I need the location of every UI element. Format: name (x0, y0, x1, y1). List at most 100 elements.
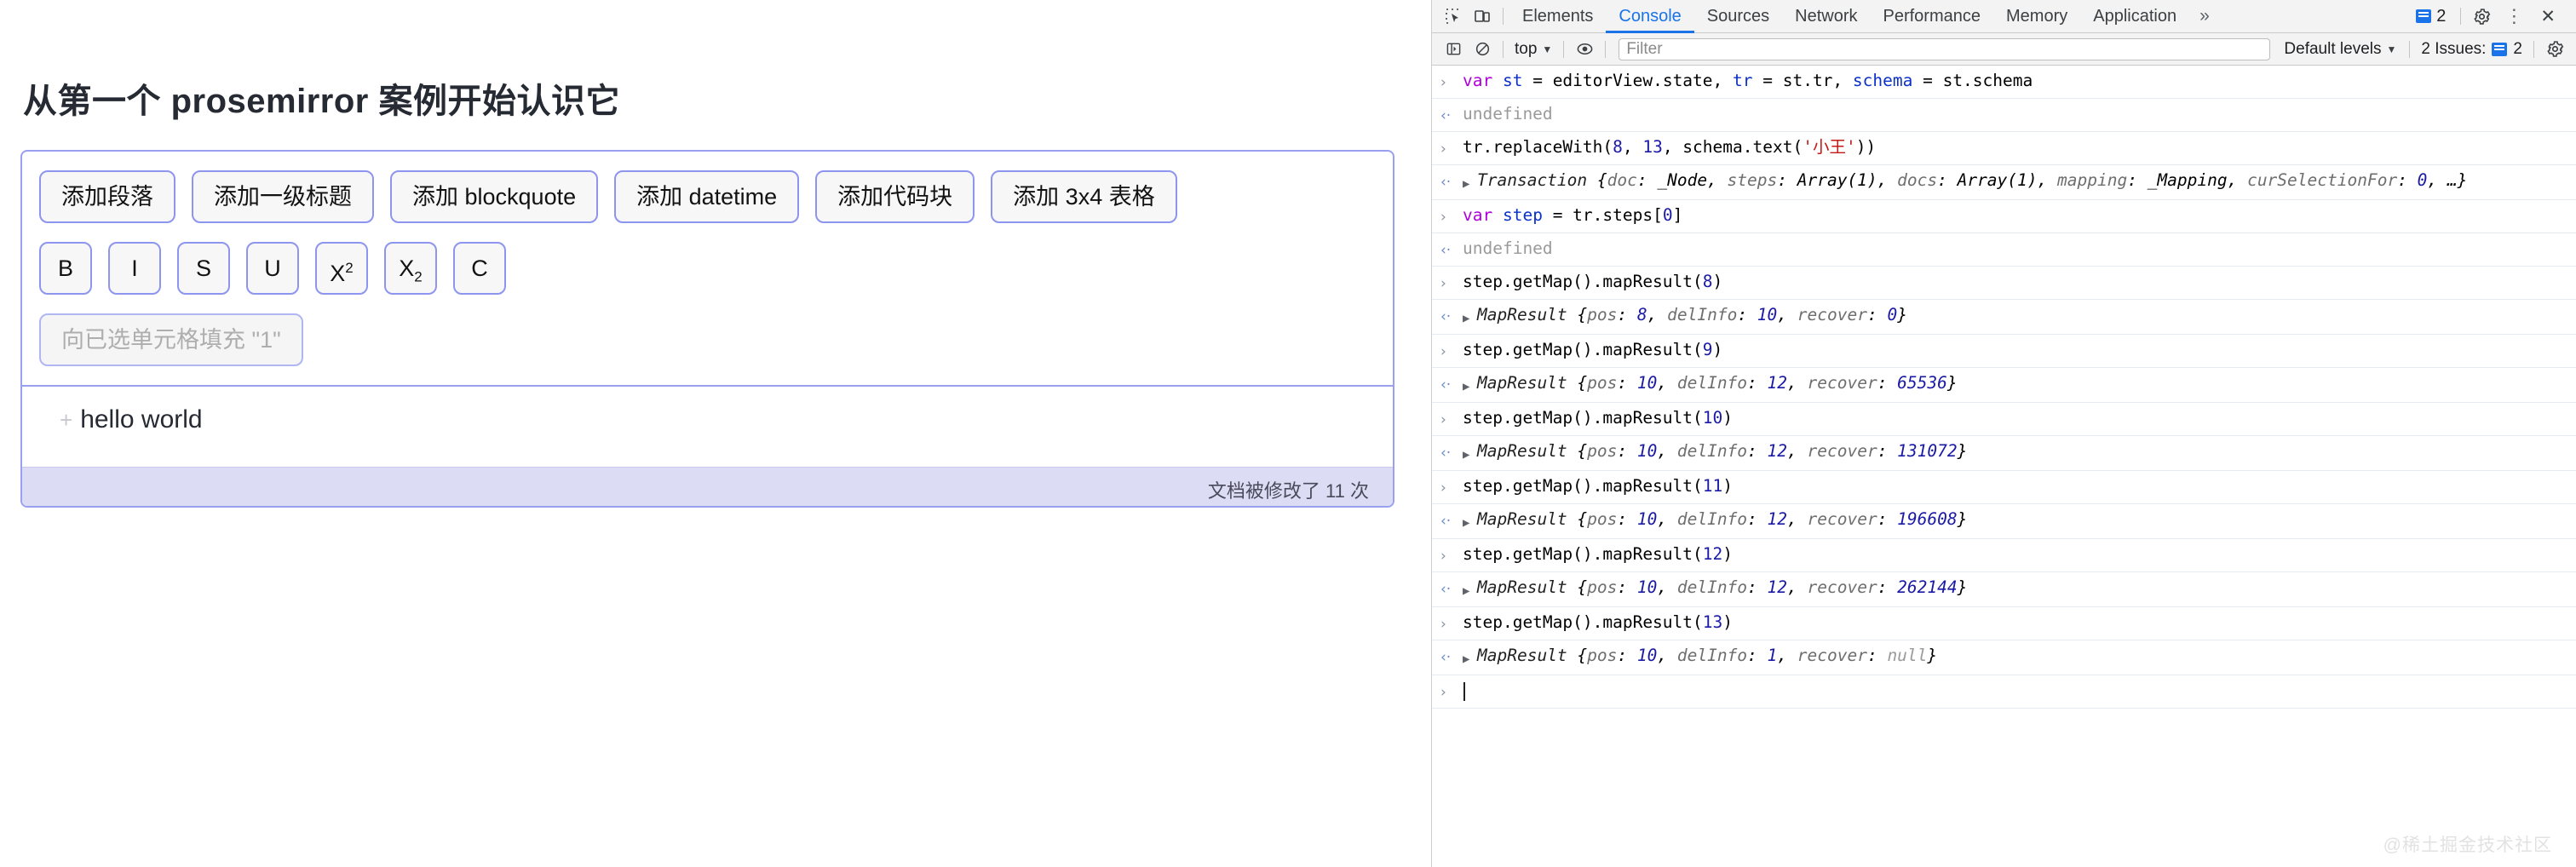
console-filter-input[interactable] (1619, 37, 2271, 60)
device-toolbar-icon[interactable] (1468, 3, 1497, 29)
expand-triangle-icon[interactable]: ▶ (1463, 372, 1477, 398)
console-settings-gear-icon[interactable] (2540, 37, 2569, 62)
document-change-count: 文档被修改了 11 次 (1207, 480, 1369, 502)
output-arrow-icon: ‹· (1440, 308, 1452, 325)
add-block-handle-icon[interactable]: + (60, 407, 72, 434)
bold-button[interactable]: B (39, 242, 92, 295)
expand-triangle-icon[interactable]: ▶ (1463, 169, 1477, 195)
page-title: 从第一个 prosemirror 案例开始认识它 (23, 83, 620, 120)
tab-elements[interactable]: Elements (1509, 0, 1606, 33)
message-icon (2416, 9, 2432, 23)
console-line-text: step.getMap().mapResult(8) (1463, 272, 1723, 291)
add-paragraph-button[interactable]: 添加段落 (39, 170, 175, 223)
tab-console[interactable]: Console (1606, 0, 1693, 33)
chevron-down-icon: ▼ (1542, 43, 1553, 55)
editor-status-bar: 文档被修改了 11 次 (22, 467, 1393, 506)
console-sidebar-icon[interactable] (1439, 37, 1468, 62)
console-input-line: › step.getMap().mapResult(11) (1432, 471, 2576, 504)
expand-triangle-icon[interactable]: ▶ (1463, 304, 1477, 330)
execution-context-selector[interactable]: top ▼ (1509, 40, 1557, 59)
toolbar-divider-2 (2460, 8, 2462, 25)
output-arrow-icon: ‹· (1440, 513, 1452, 530)
kebab-menu-icon[interactable]: ⋮ (2496, 7, 2532, 26)
log-levels-selector[interactable]: Default levels ▼ (2277, 40, 2403, 59)
tab-network[interactable]: Network (1782, 0, 1870, 33)
underline-button[interactable]: U (246, 242, 299, 295)
input-arrow-icon: › (1440, 343, 1446, 360)
toolbar-divider-6 (2409, 40, 2411, 58)
document-paragraph[interactable]: + hello world (60, 405, 1355, 434)
execution-context-value: top (1515, 39, 1538, 58)
console-output-line: ‹· ▶ MapResult {pos: 10, delInfo: 12, reco… (1432, 504, 2576, 539)
console-input-line: › step.getMap().mapResult(13) (1432, 607, 2576, 640)
console-line-text (1463, 680, 1465, 702)
input-arrow-icon: › (1440, 548, 1446, 565)
console-output-line: ‹· undefined (1432, 233, 2576, 267)
input-arrow-icon: › (1440, 411, 1446, 428)
console-input-line: › var step = tr.steps[0] (1432, 200, 2576, 233)
tab-application[interactable]: Application (2080, 0, 2189, 33)
clear-console-icon[interactable] (1468, 37, 1497, 62)
expand-triangle-icon[interactable]: ▶ (1463, 508, 1477, 534)
tab-sources[interactable]: Sources (1694, 0, 1782, 33)
editor-toolbar: 添加段落 添加一级标题 添加 blockquote 添加 datetime 添加代码块添… (22, 152, 1393, 385)
watermark: @稀土掘金技术社区 (2383, 835, 2552, 855)
console-output-line: ‹· ▶ MapResult {pos: 10, delInfo: 12, reco… (1432, 572, 2576, 607)
output-arrow-icon: ‹· (1440, 376, 1452, 393)
mark-label: X (399, 256, 415, 281)
console-line-text: MapResult {pos: 10, delInfo: 1, recover:… (1477, 646, 1938, 665)
subscript-button[interactable]: X2 (384, 242, 437, 295)
add-datetime-button[interactable]: 添加 datetime (614, 170, 800, 223)
issues-indicator[interactable]: 2 Issues: 2 (2416, 40, 2527, 59)
add-blockquote-button[interactable]: 添加 blockquote (390, 170, 599, 223)
console-line-text: var step = tr.steps[0] (1463, 205, 1683, 225)
input-arrow-icon: › (1440, 684, 1446, 701)
console-output[interactable]: › var st = editorView.state, tr = st.tr, … (1432, 66, 2576, 867)
console-line-text: tr.replaceWith(8, 13, schema.text('小王')) (1463, 137, 1877, 157)
fill-button-row: 向已选单元格填充 "1" (39, 313, 1376, 366)
console-line-text: var st = editorView.state, tr = st.tr, s… (1463, 71, 2033, 90)
input-arrow-icon: › (1440, 141, 1446, 158)
console-output-line: ‹· ▶ MapResult {pos: 10, delInfo: 12, reco… (1432, 436, 2576, 471)
input-arrow-icon: › (1440, 209, 1446, 226)
italic-button[interactable]: I (108, 242, 161, 295)
console-line-text: step.getMap().mapResult(10) (1463, 408, 1733, 428)
console-toolbar: top ▼ Default levels ▼ 2 Issues: 2 (1432, 33, 2576, 66)
tab-memory[interactable]: Memory (1993, 0, 2080, 33)
console-line-text: step.getMap().mapResult(11) (1463, 476, 1733, 496)
superscript-button[interactable]: X2 (315, 242, 368, 295)
console-prompt-line[interactable]: › (1432, 675, 2576, 709)
console-line-text: MapResult {pos: 8, delInfo: 10, recover:… (1477, 305, 1907, 324)
close-icon[interactable]: ✕ (2532, 6, 2564, 27)
devtools-panel: Elements Console Sources Network Performance… (1431, 0, 2576, 867)
issues-message-icon (2492, 42, 2508, 56)
expand-triangle-icon[interactable]: ▶ (1463, 577, 1477, 602)
console-line-text: undefined (1463, 238, 1553, 258)
toolbar-divider-5 (1605, 40, 1607, 58)
code-button[interactable]: C (453, 242, 506, 295)
console-input-line: › step.getMap().mapResult(8) (1432, 267, 2576, 300)
add-heading1-button[interactable]: 添加一级标题 (192, 170, 374, 223)
more-tabs-icon[interactable]: » (2189, 6, 2220, 26)
output-arrow-icon: ‹· (1440, 649, 1452, 666)
live-expression-icon[interactable] (1570, 37, 1599, 62)
toolbar-divider-4 (1563, 40, 1565, 58)
strikethrough-button[interactable]: S (177, 242, 230, 295)
gear-icon[interactable] (2467, 3, 2496, 29)
fill-selected-cells-button[interactable]: 向已选单元格填充 "1" (39, 313, 303, 366)
add-codeblock-button[interactable]: 添加代码块 (815, 170, 975, 223)
mark-button-row: B I S U X2 X2 C (39, 242, 1376, 295)
tab-performance[interactable]: Performance (1871, 0, 1994, 33)
inspect-element-icon[interactable] (1439, 3, 1468, 29)
console-line-text: MapResult {pos: 10, delInfo: 12, recover… (1477, 509, 1968, 529)
expand-triangle-icon[interactable]: ▶ (1463, 645, 1477, 670)
expand-triangle-icon[interactable]: ▶ (1463, 440, 1477, 466)
console-input-line: › step.getMap().mapResult(10) (1432, 403, 2576, 436)
mark-superscript: 2 (345, 260, 354, 276)
editor-content-area[interactable]: + hello world (22, 385, 1393, 467)
messages-count-badge[interactable]: 2 (2407, 7, 2454, 26)
add-table-button[interactable]: 添加 3x4 表格 (991, 170, 1177, 223)
console-line-text: MapResult {pos: 10, delInfo: 12, recover… (1477, 373, 1958, 393)
input-arrow-icon: › (1440, 74, 1446, 91)
devtools-tab-list: Elements Console Sources Network Performance… (1509, 0, 2189, 33)
